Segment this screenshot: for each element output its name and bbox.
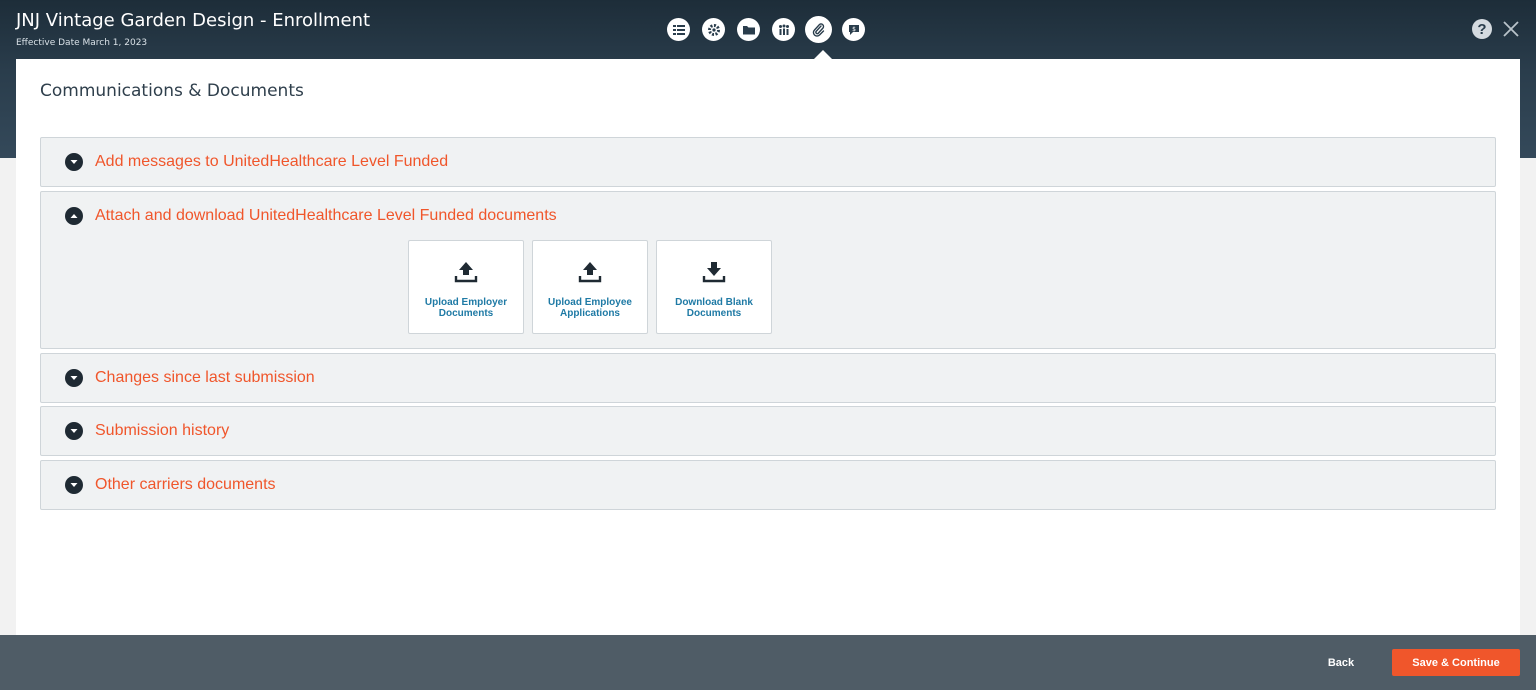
section-label: Other carriers documents	[95, 476, 276, 493]
section-label: Attach and download UnitedHealthcare Lev…	[95, 207, 557, 224]
app-title: JNJ Vintage Garden Design - Enrollment	[16, 10, 371, 31]
chevron-down-icon	[65, 422, 83, 440]
people-icon[interactable]	[772, 18, 795, 41]
effective-date: Effective Date March 1, 2023	[16, 38, 148, 48]
upload-icon	[578, 262, 602, 283]
gear-icon[interactable]	[702, 18, 725, 41]
upload-employee-applications-button[interactable]: Upload Employee Applications	[532, 240, 648, 334]
section-header[interactable]: Add messages to UnitedHealthcare Level F…	[65, 138, 448, 186]
upload-icon	[454, 262, 478, 283]
active-step-pointer	[814, 50, 832, 59]
back-button[interactable]: Back	[1312, 649, 1370, 677]
help-icon[interactable]: ?	[1472, 19, 1492, 39]
paperclip-icon[interactable]	[807, 18, 830, 41]
section-label: Changes since last submission	[95, 369, 315, 386]
chevron-up-icon	[65, 207, 83, 225]
section-changes: Changes since last submission	[40, 353, 1496, 403]
section-label: Submission history	[95, 422, 230, 439]
footer-bar: Back Save & Continue	[0, 635, 1536, 690]
chevron-down-icon	[65, 153, 83, 171]
step-navigation: $	[667, 18, 865, 41]
tile-label: Upload Employee Applications	[548, 297, 632, 319]
checklist-icon[interactable]	[667, 18, 690, 41]
section-attach-download: Attach and download UnitedHealthcare Lev…	[40, 191, 1496, 349]
save-continue-button[interactable]: Save & Continue	[1392, 649, 1520, 676]
main-card: Communications & Documents Add messages …	[16, 59, 1520, 635]
svg-text:$: $	[852, 26, 856, 33]
chevron-down-icon	[65, 369, 83, 387]
section-messages: Add messages to UnitedHealthcare Level F…	[40, 137, 1496, 187]
download-icon	[702, 262, 726, 283]
section-header[interactable]: Other carriers documents	[65, 461, 276, 509]
section-header[interactable]: Submission history	[65, 407, 229, 455]
section-submission-history: Submission history	[40, 406, 1496, 456]
section-label: Add messages to UnitedHealthcare Level F…	[95, 153, 449, 170]
chevron-down-icon	[65, 476, 83, 494]
download-blank-documents-button[interactable]: Download Blank Documents	[656, 240, 772, 334]
message-dollar-icon[interactable]: $	[842, 18, 865, 41]
folder-icon[interactable]	[737, 18, 760, 41]
tile-label: Upload Employer Documents	[424, 297, 508, 319]
upload-employer-documents-button[interactable]: Upload Employer Documents	[408, 240, 524, 334]
section-header[interactable]: Changes since last submission	[65, 354, 315, 402]
close-icon[interactable]	[1500, 18, 1522, 40]
tile-label: Download Blank Documents	[675, 297, 753, 319]
section-header[interactable]: Attach and download UnitedHealthcare Lev…	[65, 192, 557, 240]
page-title: Communications & Documents	[40, 81, 304, 101]
section-other-carriers: Other carriers documents	[40, 460, 1496, 510]
